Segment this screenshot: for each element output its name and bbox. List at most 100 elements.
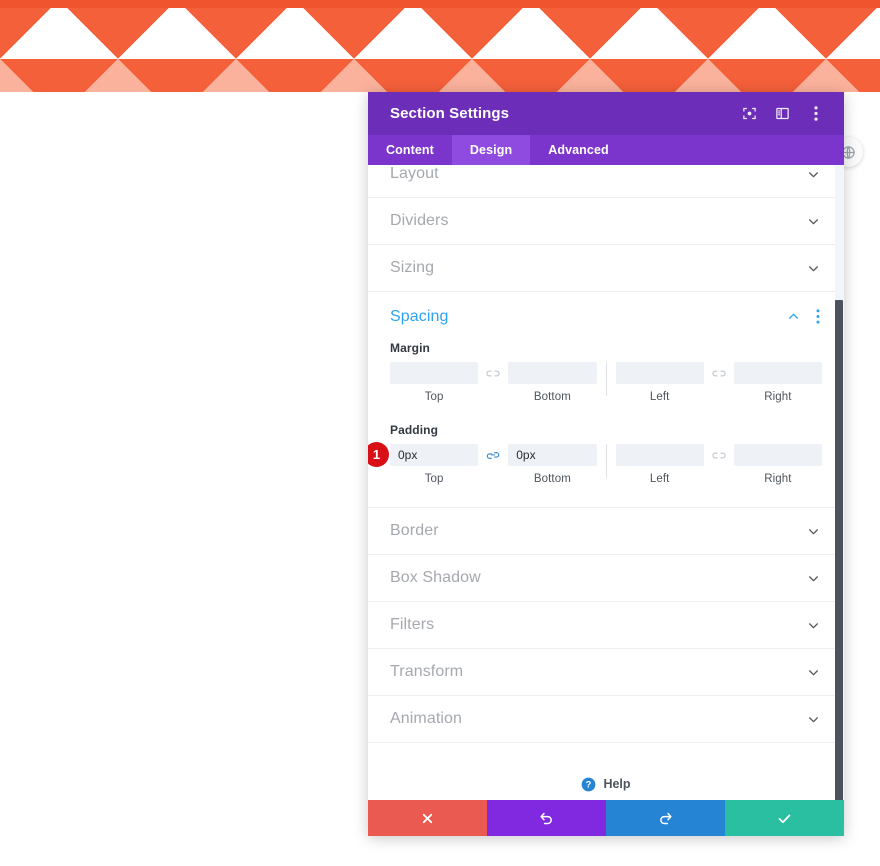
sidebar-item-dividers[interactable]: Dividers [368,198,844,245]
section-spacing: Spacing Margin Top Bottom Left Right Pad… [368,292,844,508]
toggle-label: Animation [390,710,463,727]
tab-design[interactable]: Design [451,135,531,165]
chevron-down-icon [804,522,822,540]
toggle-label: Dividers [390,212,449,229]
padding-horizontal-group: Left Right [615,444,822,485]
close-icon [422,813,433,823]
sidebar-item-border[interactable]: Border [368,508,844,555]
margin-left-input[interactable] [615,362,704,384]
chevron-down-icon [804,212,822,230]
toggle-label: Transform [390,663,464,680]
toggle-label: Sizing [390,259,435,276]
help-label: Help [603,777,631,791]
margin-bottom-label: Bottom [533,391,571,403]
section-options-icon[interactable] [810,308,826,326]
margin-right-label: Right [764,391,792,403]
more-options-icon[interactable] [807,105,824,122]
margin-vertical-group: Top Bottom [390,362,597,403]
padding-right-label: Right [764,473,792,485]
padding-top-cell: 1 0px Top [368,442,479,485]
panel-footer [368,800,844,836]
toggle-label: Layout [390,165,439,182]
chevron-down-icon [804,259,822,277]
chevron-down-icon [804,165,822,183]
margin-horizontal-link-unlinked-icon[interactable] [704,362,734,384]
status-badge: 1 [368,442,389,467]
padding-bottom-label: Bottom [533,473,571,485]
padding-bottom-cell: 0px Bottom [508,444,597,485]
focus-icon[interactable] [741,105,758,122]
sidebar-item-sizing[interactable]: Sizing [368,245,844,292]
sidebar-item-box-shadow[interactable]: Box Shadow [368,555,844,602]
toggle-label: Filters [390,616,435,633]
margin-right-input[interactable] [733,362,822,384]
question-circle-icon: ? [582,777,596,791]
padding-horizontal-link-unlinked-icon[interactable] [704,444,734,466]
chevron-down-icon [804,710,822,728]
pattern-white-triangles [0,0,880,92]
section-spacing-body: Margin Top Bottom Left Right Padding 1 0… [368,341,844,507]
zigzag-divider-pattern [0,0,880,92]
chevron-up-icon[interactable] [784,308,802,326]
padding-top-input[interactable]: 0px [390,444,479,466]
sidebar-item-transform[interactable]: Transform [368,649,844,696]
pattern-top-bar [0,0,880,8]
panel-title: Section Settings [390,105,510,122]
margin-bottom-cell: Bottom [508,362,597,403]
sidebar-item-layout[interactable]: Layout [368,165,844,198]
margin-horizontal-group: Left Right [615,362,822,403]
redo-button[interactable] [606,800,725,836]
panel-header: Section Settings [368,92,844,135]
checkmark-icon [778,814,791,823]
padding-fields-row: 1 0px Top 0px Bottom Left Right [368,442,822,485]
chevron-down-icon [804,616,822,634]
padding-left-label: Left [649,473,670,485]
padding-right-input[interactable] [733,444,822,466]
screen: Section Settings Content Design Advanced… [0,0,880,866]
help-link[interactable]: ? Help [581,777,631,792]
margin-group-label: Margin [390,341,430,355]
margin-fields-row: Top Bottom Left Right [390,362,822,403]
sidebar-item-filters[interactable]: Filters [368,602,844,649]
padding-vertical-group: 1 0px Top 0px Bottom [368,442,597,485]
padding-left-input[interactable] [615,444,704,466]
padding-right-cell: Right [733,444,822,485]
tab-content[interactable]: Content [368,135,452,165]
panel-scroll-area[interactable]: Layout Dividers Sizing Spacing Margin To… [368,165,844,800]
padding-group-label: Padding [390,423,439,437]
panel-tabs: Content Design Advanced [368,135,844,165]
panel-header-icons [741,105,824,122]
margin-right-cell: Right [733,362,822,403]
scrollbar-thumb[interactable] [835,300,843,800]
section-spacing-header[interactable]: Spacing [368,292,844,341]
help-area: ? Help [368,743,844,800]
padding-left-cell: Left [615,444,704,485]
chevron-down-icon [804,663,822,681]
cancel-button[interactable] [368,800,487,836]
field-divider [605,444,607,478]
margin-top-label: Top [424,391,444,403]
toggle-label: Border [390,522,439,539]
undo-button[interactable] [487,800,606,836]
scrollbar-track[interactable] [835,165,844,800]
sidebar-item-animation[interactable]: Animation [368,696,844,743]
padding-vertical-link-linked-icon[interactable] [478,444,508,466]
panel-scroll-content: Layout Dividers Sizing Spacing Margin To… [368,165,844,800]
undo-icon [540,812,552,824]
margin-bottom-input[interactable] [508,362,597,384]
margin-top-input[interactable] [390,362,479,384]
field-divider [605,362,607,396]
svg-text:?: ? [586,779,592,789]
padding-bottom-input[interactable]: 0px [508,444,597,466]
margin-top-cell: Top [390,362,479,403]
section-title: Spacing [390,307,449,325]
save-button[interactable] [725,800,844,836]
margin-left-label: Left [649,391,670,403]
padding-top-label: Top [424,473,444,485]
layout-columns-icon[interactable] [774,105,791,122]
tab-advanced[interactable]: Advanced [530,135,627,165]
margin-left-cell: Left [615,362,704,403]
chevron-down-icon [804,569,822,587]
redo-icon [660,812,672,824]
margin-vertical-link-unlinked-icon[interactable] [478,362,508,384]
